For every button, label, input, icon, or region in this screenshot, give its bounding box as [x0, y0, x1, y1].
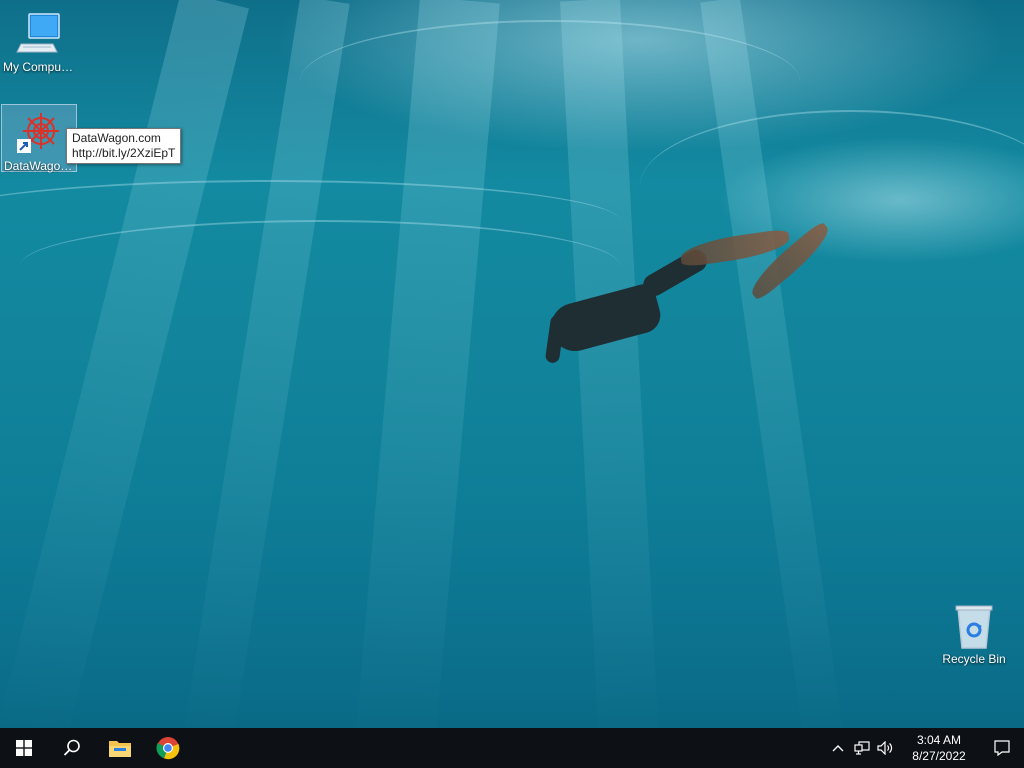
file-explorer-icon [109, 741, 131, 757]
action-center-button[interactable] [980, 728, 1024, 768]
chevron-up-icon [832, 745, 844, 752]
chrome-icon [156, 737, 180, 760]
search-icon [63, 739, 80, 756]
desktop-icon-label: Recycle Bin [942, 652, 1006, 666]
tooltip-title: DataWagon.com [72, 131, 161, 145]
volume-button[interactable] [874, 728, 898, 768]
desktop-icon-my-computer[interactable]: My Computer [1, 6, 77, 74]
chrome-button[interactable] [144, 728, 192, 768]
datawagon-logo-icon [15, 109, 63, 157]
clock-time: 3:04 AM [916, 733, 962, 747]
water-wave [640, 110, 1024, 262]
network-button[interactable] [850, 728, 874, 768]
water-wave [20, 220, 620, 312]
desktop-icon-recycle-bin[interactable]: Recycle Bin [936, 598, 1012, 666]
recycle-bin-icon [950, 602, 998, 650]
start-button[interactable] [0, 728, 48, 768]
windows-start-icon [16, 740, 32, 756]
clock-date: 8/27/2022 [912, 749, 966, 763]
network-icon [854, 741, 870, 755]
shortcut-tooltip: DataWagon.com http://bit.ly/2XziEpT [66, 128, 182, 164]
tooltip-url: http://bit.ly/2XziEpT [72, 146, 176, 160]
system-tray: 3:04 AM 8/27/2022 [826, 728, 1024, 768]
search-button[interactable] [48, 728, 96, 768]
taskbar-clock[interactable]: 3:04 AM 8/27/2022 [898, 732, 980, 764]
desktop-icon-label: My Computer [3, 60, 76, 74]
show-hidden-icons-button[interactable] [826, 728, 850, 768]
file-explorer-button[interactable] [96, 728, 144, 768]
volume-icon [877, 741, 893, 755]
computer-icon [15, 10, 63, 58]
desktop-icon-label: DataWagon... [4, 159, 76, 173]
taskbar: 3:04 AM 8/27/2022 [0, 728, 1024, 768]
desktop-background [0, 0, 1024, 728]
notification-icon [994, 740, 1010, 756]
